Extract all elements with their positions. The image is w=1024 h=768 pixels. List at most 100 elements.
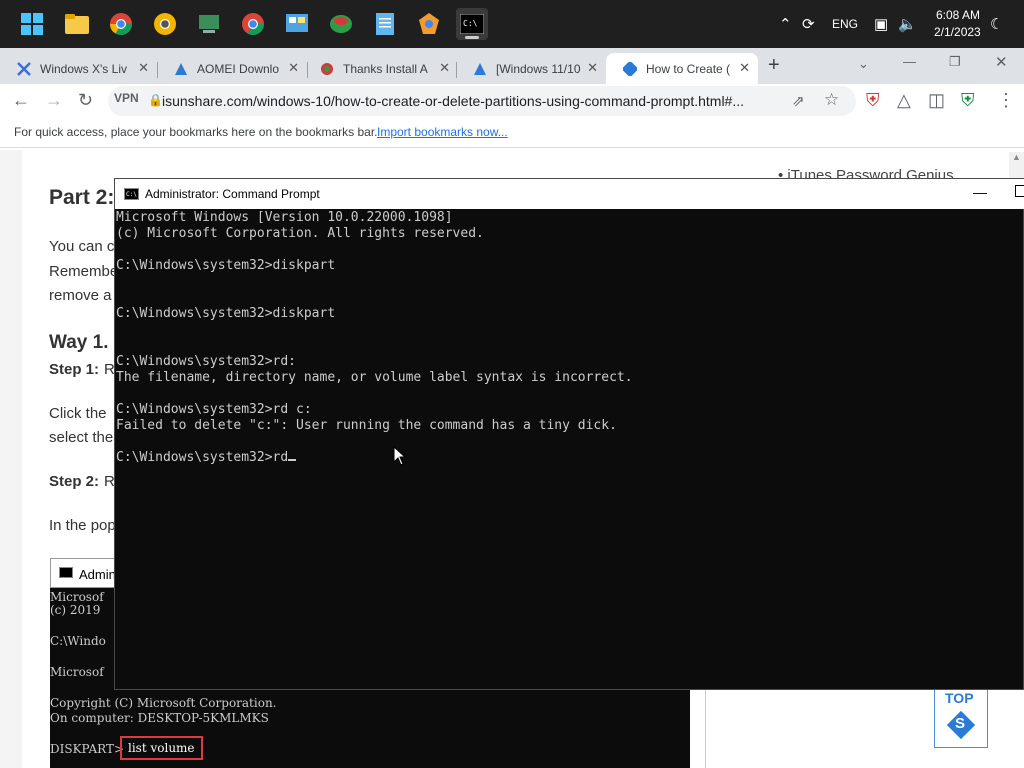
- notification-moon-icon[interactable]: ☾: [990, 15, 1003, 33]
- screenshot-prompt: DISKPART>: [50, 742, 125, 756]
- chevron-up-icon[interactable]: ⌃: [779, 15, 792, 33]
- url-text[interactable]: isunshare.com/windows-10/how-to-create-o…: [162, 93, 744, 109]
- tab-windows-11-10[interactable]: [Windows 11/10 ✕: [456, 53, 606, 84]
- chrome-icon[interactable]: [105, 8, 137, 40]
- sidebar-divider: [705, 688, 706, 768]
- command-prompt-window[interactable]: C:\ Administrator: Command Prompt — Micr…: [114, 178, 1024, 690]
- clock-date[interactable]: 2/1/2023: [934, 25, 981, 39]
- article-paragraph: select the: [49, 429, 114, 446]
- scroll-up-icon[interactable]: ▲: [1012, 152, 1021, 162]
- tab-title: How to Create (: [646, 61, 731, 76]
- security-shield-icon[interactable]: ⛨: [961, 90, 975, 111]
- tab-title: Thanks Install A: [343, 61, 428, 76]
- svg-text:C:\: C:\: [463, 19, 478, 28]
- terminal-icon[interactable]: C:\: [456, 8, 488, 40]
- tab-title: Windows X's Liv: [40, 61, 127, 76]
- close-icon[interactable]: ✕: [288, 60, 299, 76]
- isunshare-logo-icon: S: [946, 710, 976, 740]
- close-icon[interactable]: ✕: [138, 60, 149, 76]
- cmd-window-title: Administrator: Command Prompt: [145, 187, 320, 201]
- clock-time[interactable]: 6:08 AM: [936, 8, 980, 22]
- forward-arrow-icon[interactable]: →: [45, 90, 63, 111]
- share-icon[interactable]: ⇗: [792, 92, 805, 110]
- tab-aomei-download[interactable]: AOMEI Downlo ✕: [157, 53, 307, 84]
- chrome-dev-icon[interactable]: [149, 8, 181, 40]
- menu-kebab-icon[interactable]: ⋮: [997, 90, 1015, 111]
- screenshot-line: C:\Windo: [50, 634, 106, 648]
- minimize-icon[interactable]: —: [973, 184, 987, 200]
- screenshot-line: On computer: DESKTOP-5KMLMKS: [50, 711, 269, 725]
- step1-label: Step 1:: [49, 361, 100, 378]
- maximize-icon[interactable]: [1015, 185, 1024, 197]
- article-heading-part2: Part 2:: [49, 186, 115, 209]
- svg-text:C:\: C:\: [126, 191, 137, 198]
- console-current-input[interactable]: C:\Windows\system32>rd: [116, 450, 288, 465]
- close-window-icon[interactable]: ✕: [995, 53, 1008, 71]
- language-indicator[interactable]: ENG: [832, 17, 858, 31]
- network-icon[interactable]: ▣: [874, 15, 888, 33]
- aomei-icon: [472, 61, 488, 77]
- close-icon[interactable]: ✕: [587, 60, 598, 76]
- reload-icon[interactable]: ↻: [78, 90, 93, 111]
- article-screenshot-title: Admin: [79, 567, 116, 582]
- tab-windows-x[interactable]: Windows X's Liv ✕: [0, 53, 157, 84]
- article-paragraph: You can c: [49, 238, 115, 255]
- taskbar: C:\ ⌃ ⟳ ENG ▣ 🔈 6:08 AM 2/1/2023 ☾: [0, 0, 1024, 48]
- console-line: C:\Windows\system32>rd c:: [116, 402, 312, 417]
- back-arrow-icon[interactable]: ←: [12, 90, 30, 111]
- lock-icon[interactable]: 🔒: [148, 93, 163, 107]
- tab-thanks-install[interactable]: Thanks Install A ✕: [303, 53, 458, 84]
- article-paragraph: remove a: [49, 287, 112, 304]
- text-cursor: [288, 459, 297, 461]
- cmd-console-output[interactable]: Microsoft Windows [Version 10.0.22000.10…: [115, 209, 1024, 689]
- article-heading-way1: Way 1.: [49, 332, 109, 353]
- console-line: C:\Windows\system32>rd:: [116, 354, 297, 369]
- aomei-icon: [173, 61, 189, 77]
- screenshot-line: Copyright (C) Microsoft Corporation.: [50, 696, 277, 710]
- bookmark-star-icon[interactable]: ☆: [824, 90, 839, 110]
- extensions-puzzle-icon[interactable]: △: [897, 90, 911, 111]
- article-paragraph: In the pop: [49, 517, 116, 534]
- tab-title: [Windows 11/10: [496, 61, 581, 76]
- file-explorer-icon[interactable]: [61, 8, 93, 40]
- article-paragraph: Click the: [49, 405, 107, 422]
- restore-icon[interactable]: ❐: [949, 54, 961, 70]
- sync-icon[interactable]: ⟳: [802, 15, 815, 33]
- app-icon[interactable]: [413, 8, 445, 40]
- tab-how-to-create[interactable]: How to Create ( ✕: [606, 53, 758, 84]
- tab-search-chevron-icon[interactable]: ⌄: [858, 56, 869, 72]
- ccleaner-icon: [319, 61, 335, 77]
- side-panel-icon[interactable]: ◫: [928, 90, 945, 111]
- volume-icon[interactable]: 🔈: [898, 15, 917, 33]
- new-tab-button[interactable]: +: [768, 54, 780, 77]
- notepad-icon[interactable]: [369, 8, 401, 40]
- console-line: Failed to delete "c:": User running the …: [116, 418, 617, 433]
- page-gutter: [0, 150, 22, 768]
- import-bookmarks-link[interactable]: Import bookmarks now...: [377, 125, 508, 139]
- screenshot-line: (c) 2019: [50, 603, 101, 617]
- close-icon[interactable]: ✕: [439, 60, 450, 76]
- tab-title: AOMEI Downlo: [197, 61, 280, 76]
- back-to-top-button[interactable]: TOP S: [934, 688, 988, 748]
- chrome-icon[interactable]: [237, 8, 269, 40]
- bookmarks-bar: For quick access, place your bookmarks h…: [0, 118, 1024, 148]
- minimize-icon[interactable]: —: [903, 54, 916, 69]
- console-input-line[interactable]: C:\Windows\system32>rd: [116, 450, 297, 465]
- x-logo-icon: [16, 61, 32, 77]
- console-line: C:\Windows\system32>diskpart: [116, 258, 336, 273]
- windows-start-icon[interactable]: [16, 8, 48, 40]
- console-line: Microsoft Windows [Version 10.0.22000.10…: [116, 210, 453, 225]
- adblock-shield-icon[interactable]: ⛨: [866, 90, 880, 111]
- console-line: C:\Windows\system32>diskpart: [116, 306, 336, 321]
- cmd-icon: C:\: [124, 188, 139, 200]
- console-line: The filename, directory name, or volume …: [116, 370, 633, 385]
- step2-label: Step 2:: [49, 473, 100, 490]
- cmd-titlebar[interactable]: C:\ Administrator: Command Prompt —: [115, 179, 1024, 209]
- mixed-reality-icon[interactable]: [325, 8, 357, 40]
- isunshare-icon: [622, 61, 638, 77]
- close-icon[interactable]: ✕: [739, 60, 750, 76]
- control-panel-icon[interactable]: [281, 8, 313, 40]
- device-manager-icon[interactable]: [193, 8, 225, 40]
- vpn-badge[interactable]: VPN: [114, 91, 139, 105]
- address-bar[interactable]: VPN 🔒 isunshare.com/windows-10/how-to-cr…: [108, 86, 856, 116]
